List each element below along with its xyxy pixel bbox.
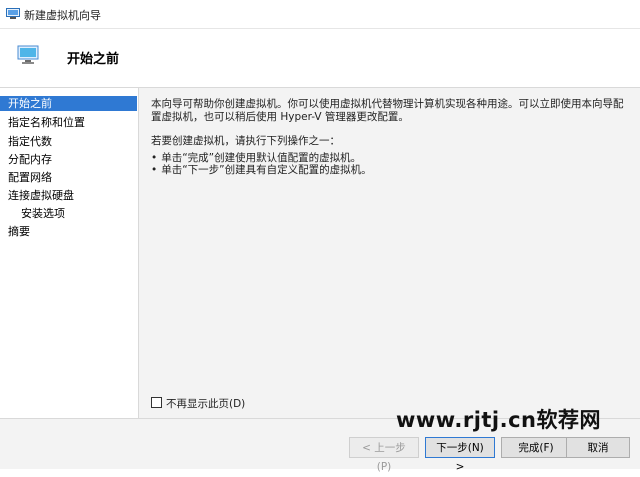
monitor-icon — [17, 45, 39, 64]
next-button[interactable]: 下一步(N) > — [425, 437, 495, 473]
step-name-and-location[interactable]: 指定名称和位置 — [0, 115, 137, 130]
options-list: 单击“完成”创建使用默认值配置的虚拟机。 单击“下一步”创建具有自定义配置的虚拟… — [151, 152, 372, 176]
step-networking[interactable]: 配置网络 — [0, 170, 137, 185]
previous-button[interactable]: < 上一步(P) — [349, 437, 419, 473]
step-virtual-hard-disk[interactable]: 连接虚拟硬盘 — [0, 188, 137, 203]
step-before-you-begin[interactable]: 开始之前 — [0, 96, 137, 111]
title-bar: 新建虚拟机向导 — [0, 0, 640, 29]
intro-text: 本向导可帮助你创建虚拟机。你可以使用虚拟机代替物理计算机实现各种用途。可以立即使… — [151, 98, 624, 123]
page-title: 开始之前 — [67, 52, 120, 67]
instruction-text: 若要创建虚拟机，请执行下列操作之一： — [151, 135, 340, 147]
step-installation-options[interactable]: 安装选项 — [0, 206, 137, 221]
site-watermark: www.rjtj.cn软荐网 — [396, 408, 602, 432]
finish-button[interactable]: 完成(F) — [501, 437, 571, 458]
wizard-content: 本向导可帮助你创建虚拟机。你可以使用虚拟机代替物理计算机实现各种用途。可以立即使… — [139, 88, 640, 418]
list-item: 单击“完成”创建使用默认值配置的虚拟机。 — [151, 152, 372, 164]
wizard-header: 开始之前 — [0, 29, 640, 88]
cancel-button[interactable]: 取消 — [566, 437, 630, 458]
list-item: 单击“下一步”创建具有自定义配置的虚拟机。 — [151, 164, 371, 176]
hyper-v-wizard-icon — [6, 8, 20, 19]
step-summary[interactable]: 摘要 — [0, 224, 137, 239]
step-generation[interactable]: 指定代数 — [0, 134, 137, 149]
window-title: 新建虚拟机向导 — [24, 9, 101, 22]
checkbox-box[interactable] — [151, 397, 162, 408]
checkbox-label[interactable]: 不再显示此页(D) — [166, 396, 245, 411]
wizard-steps-sidebar: 开始之前 指定名称和位置 指定代数 分配内存 配置网络 连接虚拟硬盘 安装选项 … — [0, 88, 139, 418]
step-memory[interactable]: 分配内存 — [0, 152, 137, 167]
